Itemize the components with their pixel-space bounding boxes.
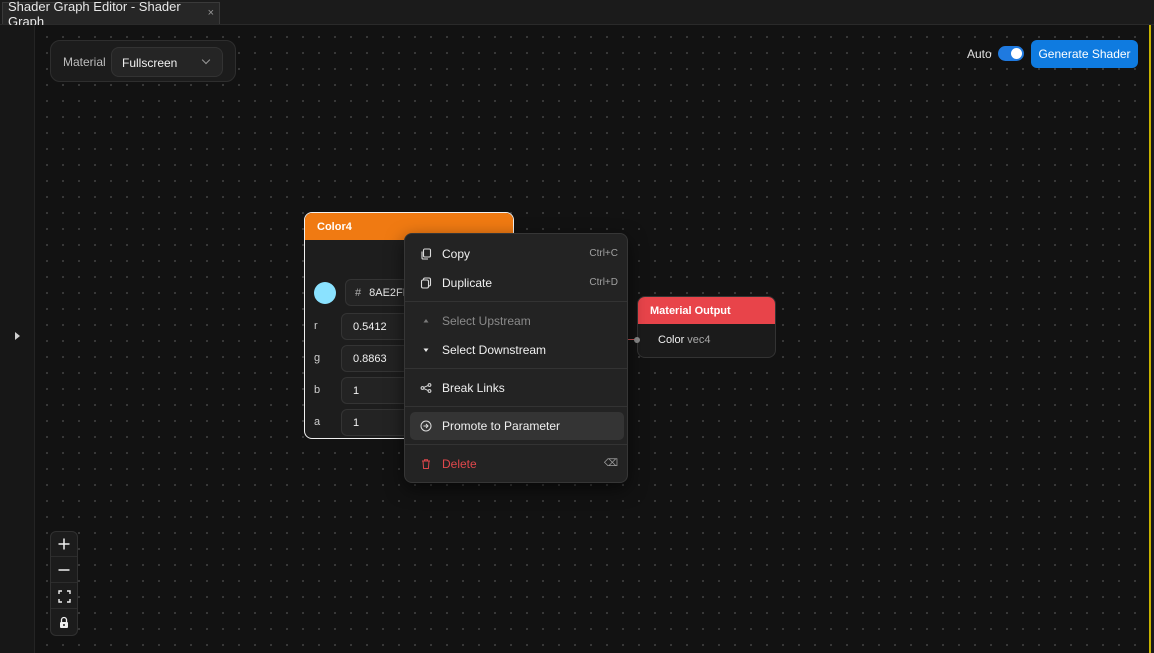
- input-port-handle[interactable]: [634, 337, 640, 343]
- zoom-controls: [50, 531, 78, 636]
- menu-item-label: Copy: [442, 247, 471, 261]
- channel-label-a: a: [314, 416, 321, 428]
- zoom-out-button[interactable]: [51, 558, 77, 583]
- menu-separator: [405, 406, 627, 407]
- menu-item-label: Promote to Parameter: [442, 419, 561, 433]
- generate-shader-button[interactable]: Generate Shader: [1031, 40, 1138, 68]
- chevron-down-icon: [201, 55, 211, 65]
- color-swatch[interactable]: [314, 282, 336, 304]
- menu-item-promote-to-parameter[interactable]: Promote to Parameter: [410, 412, 624, 440]
- break-links-icon: [420, 383, 432, 393]
- shader-graph-window: Shader Graph Editor - Shader Graph × Mat…: [0, 0, 1154, 653]
- menu-item-shortcut: Ctrl+C: [589, 248, 618, 259]
- menu-item-shortcut: Ctrl+D: [589, 277, 618, 288]
- fit-view-button[interactable]: [51, 584, 77, 609]
- auto-toggle[interactable]: [998, 46, 1024, 61]
- menu-item-select-upstream[interactable]: Select Upstream: [410, 307, 624, 335]
- copy-icon: [421, 248, 432, 260]
- material-output-header[interactable]: Material Output: [638, 297, 775, 324]
- menu-item-label: Delete: [442, 457, 477, 471]
- menu-item-break-links[interactable]: Break Links: [410, 374, 624, 402]
- trash-icon: [422, 459, 430, 469]
- channel-value-a: 1: [353, 417, 360, 429]
- menu-item-label: Duplicate: [442, 276, 493, 290]
- channel-value-g: 0.8863: [353, 353, 387, 365]
- channel-value-r: 0.5412: [353, 321, 387, 333]
- menu-item-label: Break Links: [442, 381, 505, 395]
- promote-icon: [420, 420, 432, 432]
- menu-item-duplicate[interactable]: Duplicate Ctrl+D: [410, 269, 624, 297]
- menu-item-copy[interactable]: Copy Ctrl+C: [410, 240, 624, 268]
- fit-view-icon: [57, 589, 71, 603]
- menu-item-label: Select Downstream: [442, 343, 547, 357]
- lock-icon: [60, 616, 68, 628]
- menu-item-label: Select Upstream: [442, 314, 531, 328]
- hash-icon: #: [355, 287, 362, 299]
- menu-separator: [405, 368, 627, 369]
- close-icon[interactable]: ×: [208, 7, 214, 19]
- channel-label-r: r: [314, 320, 318, 332]
- port-label: Color: [658, 334, 685, 346]
- menu-separator: [405, 444, 627, 445]
- triangle-down-icon: [423, 348, 429, 352]
- tab-shader-graph[interactable]: Shader Graph Editor - Shader Graph ×: [2, 0, 220, 29]
- material-select[interactable]: Fullscreen: [111, 47, 223, 77]
- expand-panel-icon[interactable]: [15, 332, 20, 340]
- material-output-node[interactable]: Material Output Color vec4: [637, 296, 776, 358]
- port-type: vec4: [687, 334, 711, 346]
- channel-label-b: b: [314, 384, 321, 396]
- tab-bar: Shader Graph Editor - Shader Graph ×: [0, 0, 1154, 29]
- duplicate-icon: [420, 277, 432, 289]
- menu-item-select-downstream[interactable]: Select Downstream: [410, 336, 624, 364]
- material-label: Material: [63, 55, 106, 69]
- color-input-port-row: Color vec4: [658, 334, 711, 346]
- channel-label-g: g: [314, 352, 321, 364]
- context-menu: Copy Ctrl+C Duplicate Ctrl+D Select Upst…: [404, 233, 628, 483]
- lock-button[interactable]: [51, 610, 77, 635]
- menu-item-shortcut: ⌫: [603, 458, 618, 469]
- zoom-in-button[interactable]: [51, 532, 77, 557]
- material-select-value: Fullscreen: [122, 56, 178, 70]
- zoom-out-icon: [58, 569, 70, 571]
- auto-label: Auto: [967, 47, 992, 61]
- channel-value-b: 1: [353, 385, 360, 397]
- toggle-knob: [1011, 48, 1022, 59]
- triangle-up-icon: [423, 319, 429, 323]
- side-panel-strip: [0, 25, 35, 653]
- material-panel: Material Fullscreen: [50, 40, 236, 82]
- menu-item-delete[interactable]: Delete ⌫: [410, 450, 624, 478]
- zoom-in-icon: [58, 538, 70, 550]
- menu-separator: [405, 301, 627, 302]
